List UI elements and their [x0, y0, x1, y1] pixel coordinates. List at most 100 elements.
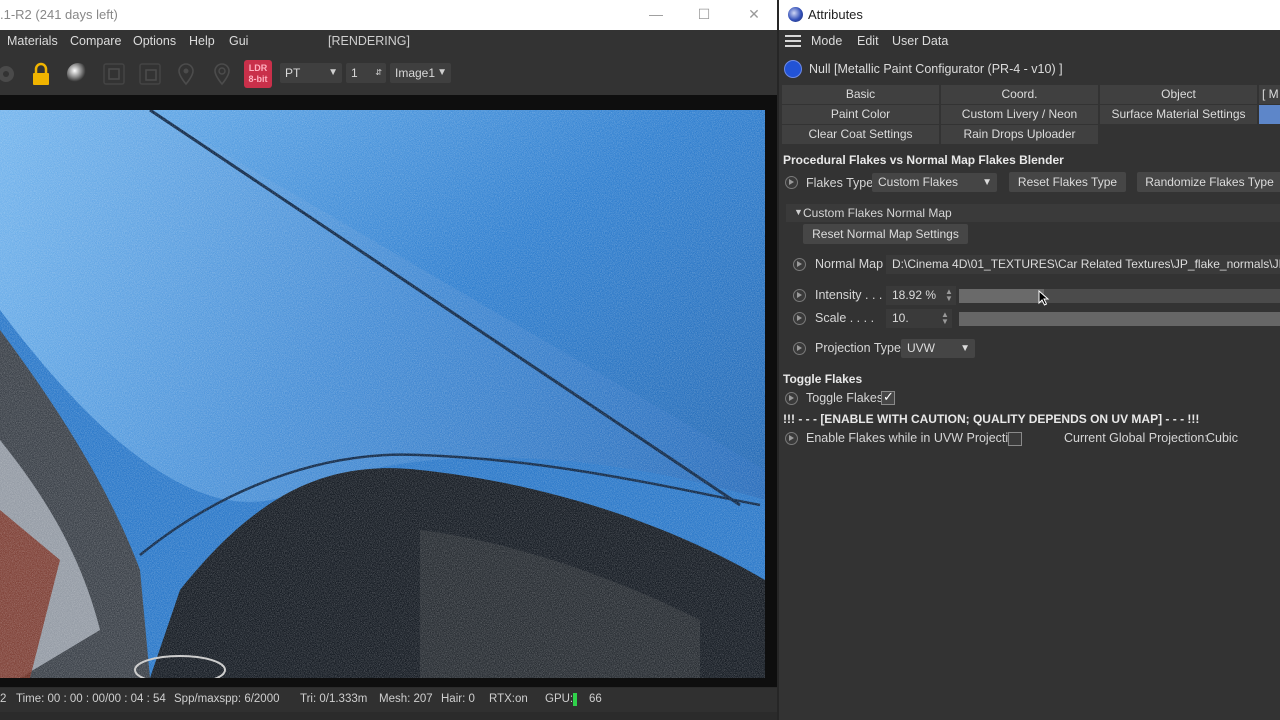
render-viewport[interactable] — [0, 110, 765, 678]
stepper-arrows-icon[interactable]: ▲ ▼ — [945, 288, 953, 303]
flakes-type-label: Flakes Type — [806, 176, 874, 190]
menu-options[interactable]: Options — [133, 34, 176, 48]
reset-normal-map-button[interactable]: Reset Normal Map Settings — [803, 224, 968, 244]
randomize-flakes-type-button[interactable]: Randomize Flakes Type — [1137, 172, 1280, 192]
status-tri: Tri: 0/1.333m — [300, 693, 368, 705]
enable-uvw-flakes-label: Enable Flakes while in UVW Projection — [806, 431, 1023, 445]
menu-gui[interactable]: Gui — [229, 34, 248, 48]
custom-flakes-group-title: Custom Flakes Normal Map — [803, 206, 952, 220]
tab-more[interactable]: [ M — [1259, 85, 1280, 104]
null-object-icon — [784, 60, 802, 78]
status-time: Time: 00 : 00 : 00/00 : 04 : 54 — [16, 693, 166, 705]
render-viewer-window: .1-R2 (241 days left) — ☐ ✕ Materials Co… — [0, 0, 777, 720]
pick-material-icon[interactable] — [210, 62, 234, 86]
triangle-down-icon: ▼ — [794, 207, 803, 217]
tab-coord[interactable]: Coord. — [941, 85, 1098, 104]
material-sphere-icon[interactable] — [66, 62, 90, 86]
menu-help[interactable]: Help — [189, 34, 215, 48]
close-icon[interactable]: ✕ — [744, 4, 764, 24]
attributes-title-bar: Attributes — [779, 0, 1280, 30]
gear-icon[interactable] — [0, 62, 18, 86]
tab-basic[interactable]: Basic — [782, 85, 939, 104]
viewer-title: .1-R2 (241 days left) — [0, 7, 118, 22]
region-render-icon[interactable] — [102, 62, 126, 86]
pick-focus-icon[interactable] — [174, 62, 198, 86]
enable-uvw-flakes-checkbox[interactable] — [1008, 432, 1022, 446]
menu-edit[interactable]: Edit — [857, 34, 879, 48]
tab-object[interactable]: Object — [1100, 85, 1257, 104]
intensity-field[interactable]: 18.92 % ▲ ▼ — [886, 286, 956, 305]
menu-compare[interactable]: Compare — [70, 34, 121, 48]
bit-depth-label: 8-bit — [248, 74, 268, 84]
render-kernel-value: PT — [285, 66, 301, 80]
crop-icon[interactable] — [138, 62, 162, 86]
animate-keyframe-icon[interactable] — [793, 342, 806, 355]
status-gpu-value: 66 — [589, 693, 602, 705]
scale-label: Scale . . . . — [815, 311, 875, 325]
normal-map-label: Normal Map — [815, 257, 884, 271]
attributes-menubar: Mode Edit User Data — [779, 30, 1280, 54]
tab-rain-drops[interactable]: Rain Drops Uploader — [941, 125, 1098, 144]
lock-icon[interactable] — [29, 62, 53, 86]
animate-keyframe-icon[interactable] — [785, 432, 798, 445]
stepper-arrows-icon[interactable]: ▲ ▼ — [941, 311, 949, 326]
projection-type-value: UVW — [907, 341, 935, 355]
animate-keyframe-icon[interactable] — [785, 176, 798, 189]
intensity-value: 18.92 % — [892, 288, 937, 302]
tab-paint-color[interactable]: Paint Color — [782, 105, 939, 124]
animate-keyframe-icon[interactable] — [793, 289, 806, 302]
menu-materials[interactable]: Materials — [7, 34, 58, 48]
ldr-8bit-badge[interactable]: LDR 8-bit — [244, 60, 272, 88]
scale-field[interactable]: 10. ▲ ▼ — [886, 309, 952, 328]
car-render-image — [0, 110, 765, 678]
attributes-title: Attributes — [808, 7, 863, 22]
tab-active-flakes[interactable] — [1259, 105, 1280, 124]
status-hair: Hair: 0 — [441, 693, 475, 705]
maximize-icon[interactable]: ☐ — [694, 4, 714, 24]
intensity-slider[interactable] — [959, 289, 1280, 303]
image-select[interactable]: Image1 ▼ — [390, 63, 451, 83]
uv-caution-warning: !!! - - - [ENABLE WITH CAUTION; QUALITY … — [783, 412, 1200, 426]
status-rtx: RTX:on — [489, 693, 528, 705]
frame-value: 1 — [351, 66, 358, 80]
render-status: [RENDERING] — [328, 34, 410, 48]
normal-map-path-field[interactable]: D:\Cinema 4D\01_TEXTURES\Car Related Tex… — [886, 255, 1280, 274]
image-value: Image1 — [395, 66, 436, 80]
status-mesh: Mesh: 207 — [379, 693, 433, 705]
object-name: Null [Metallic Paint Configurator (PR-4 … — [809, 62, 1063, 76]
render-kernel-select[interactable]: PT ▼ — [280, 63, 342, 83]
toggle-flakes-checkbox[interactable] — [881, 389, 895, 405]
intensity-label: Intensity . . . — [815, 288, 883, 302]
cinema4d-logo-icon — [788, 7, 803, 22]
custom-flakes-group-header[interactable]: ▼ Custom Flakes Normal Map — [786, 204, 1280, 222]
reset-flakes-type-button[interactable]: Reset Flakes Type — [1009, 172, 1126, 192]
viewer-toolbar: LDR 8-bit — [0, 53, 777, 95]
gpu-usage-bar — [573, 693, 577, 706]
menu-mode[interactable]: Mode — [811, 34, 842, 48]
flakes-type-dropdown[interactable]: Custom Flakes ▼ — [872, 173, 997, 192]
status-gpu-label: GPU: — [545, 693, 574, 705]
scale-slider[interactable] — [959, 312, 1280, 326]
animate-keyframe-icon[interactable] — [793, 312, 806, 325]
viewer-status-bar: 2 Time: 00 : 00 : 00/00 : 04 : 54 Spp/ma… — [0, 688, 777, 712]
global-projection-value: Cubic — [1206, 431, 1238, 445]
scale-value: 10. — [892, 311, 909, 325]
animate-keyframe-icon[interactable] — [793, 258, 806, 271]
section-title: Procedural Flakes vs Normal Map Flakes B… — [783, 153, 1064, 167]
animate-keyframe-icon[interactable] — [785, 392, 798, 405]
tab-clear-coat[interactable]: Clear Coat Settings — [782, 125, 939, 144]
hamburger-menu-icon[interactable] — [785, 35, 801, 48]
projection-type-dropdown[interactable]: UVW ▼ — [901, 339, 975, 358]
global-projection-label: Current Global Projection: — [1064, 431, 1208, 445]
viewer-menubar: Materials Compare Options Help Gui [REND… — [0, 30, 777, 53]
minimize-icon[interactable]: — — [646, 4, 666, 24]
attributes-panel: Attributes Mode Edit User Data Null [Met… — [777, 0, 1280, 720]
object-header: Null [Metallic Paint Configurator (PR-4 … — [779, 56, 1280, 82]
tab-surface-material[interactable]: Surface Material Settings — [1100, 105, 1257, 124]
tab-custom-livery[interactable]: Custom Livery / Neon — [941, 105, 1098, 124]
stepper-arrows-icon: ⇵ — [375, 68, 382, 77]
mouse-cursor-icon — [1038, 290, 1050, 306]
intensity-slider-fill — [959, 289, 1044, 303]
menu-user-data[interactable]: User Data — [892, 34, 948, 48]
frame-stepper[interactable]: 1 ⇵ — [346, 63, 386, 83]
